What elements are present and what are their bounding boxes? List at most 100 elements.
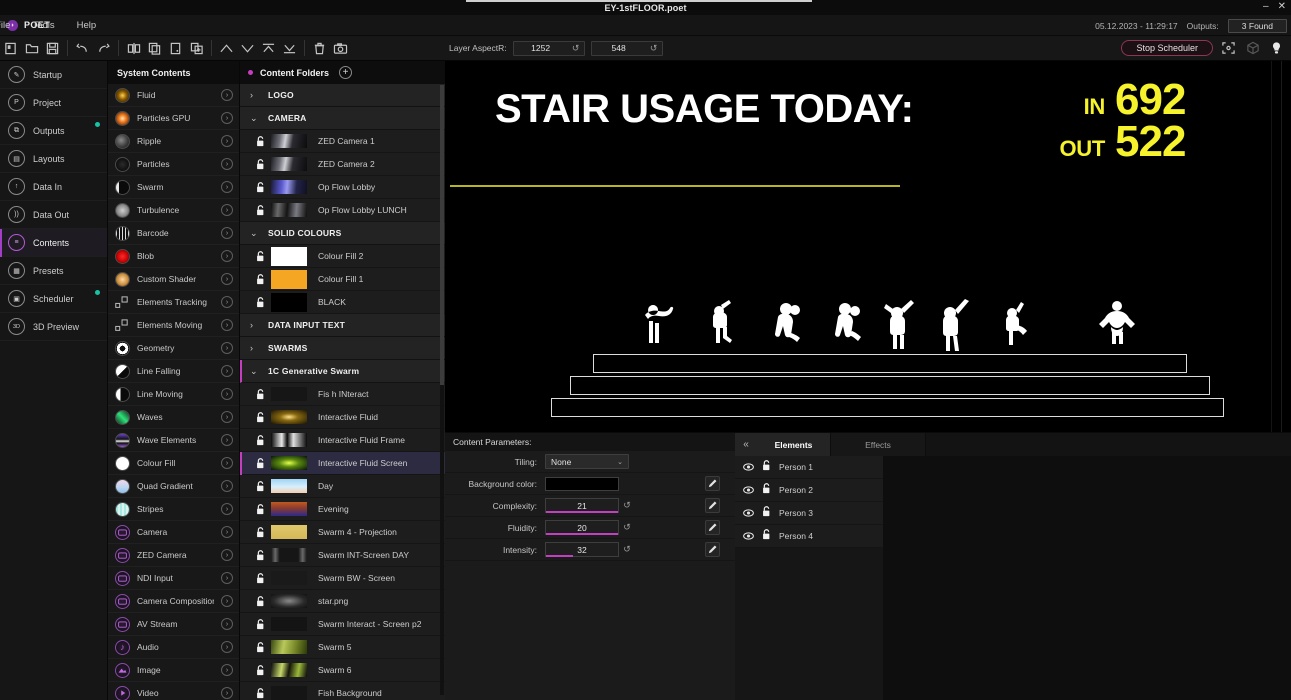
- chevron-right-icon[interactable]: ›: [221, 319, 233, 331]
- chevron-right-icon[interactable]: ›: [250, 343, 259, 353]
- tiling-select[interactable]: None⌄: [545, 454, 629, 469]
- sidebar-item-3d-preview[interactable]: 3D3D Preview: [0, 313, 107, 341]
- lock-icon[interactable]: [252, 159, 269, 170]
- cube-3d-icon[interactable]: [1244, 40, 1261, 56]
- menu-item-tools[interactable]: Tools: [21, 17, 65, 34]
- chevron-right-icon[interactable]: ›: [221, 112, 233, 124]
- folder-item[interactable]: Fis h INteract: [240, 383, 445, 406]
- sidebar-item-project[interactable]: PProject: [0, 89, 107, 117]
- system-content-ndi-input[interactable]: NDI Input›: [108, 567, 239, 590]
- lock-icon[interactable]: [252, 642, 269, 653]
- chevron-right-icon[interactable]: ›: [221, 365, 233, 377]
- sidebar-item-layouts[interactable]: ▤Layouts: [0, 145, 107, 173]
- system-content-camera-composition[interactable]: Camera Composition›: [108, 590, 239, 613]
- move-down-icon[interactable]: [237, 38, 258, 59]
- chevron-down-icon[interactable]: ⌄: [617, 458, 623, 466]
- chevron-right-icon[interactable]: ›: [221, 250, 233, 262]
- lock-icon[interactable]: [252, 458, 269, 469]
- paste-icon[interactable]: [165, 38, 186, 59]
- lock-icon[interactable]: [252, 665, 269, 676]
- chevron-right-icon[interactable]: ›: [221, 411, 233, 423]
- element-row[interactable]: Person 3: [735, 502, 883, 525]
- folder-item[interactable]: Op Flow Lobby LUNCH: [240, 199, 445, 222]
- chevron-right-icon[interactable]: ›: [221, 572, 233, 584]
- chevron-right-icon[interactable]: ›: [221, 687, 233, 699]
- system-content-colour-fill[interactable]: Colour Fill›: [108, 452, 239, 475]
- system-content-camera[interactable]: Camera›: [108, 521, 239, 544]
- lightbulb-icon[interactable]: [1268, 40, 1285, 56]
- chevron-right-icon[interactable]: ›: [221, 388, 233, 400]
- folder-group-swarms[interactable]: ›SWARMS: [240, 337, 445, 360]
- folder-group-data-input-text[interactable]: ›DATA INPUT TEXT: [240, 314, 445, 337]
- reset-circular-arrow-icon[interactable]: ↺: [646, 43, 662, 54]
- folder-item[interactable]: BLACK: [240, 291, 445, 314]
- tab-effects[interactable]: Effects: [830, 433, 925, 456]
- folder-item[interactable]: Swarm BW - Screen: [240, 567, 445, 590]
- chevron-right-icon[interactable]: ›: [221, 480, 233, 492]
- system-content-particles-gpu[interactable]: Particles GPU›: [108, 107, 239, 130]
- stop-scheduler-button[interactable]: Stop Scheduler: [1121, 40, 1213, 56]
- folder-item[interactable]: Fish Background: [240, 682, 445, 700]
- sidebar-item-outputs[interactable]: ⧉Outputs: [0, 117, 107, 145]
- system-content-swarm[interactable]: Swarm›: [108, 176, 239, 199]
- chevron-right-icon[interactable]: ›: [221, 595, 233, 607]
- open-folder-icon[interactable]: [21, 38, 42, 59]
- lock-icon[interactable]: [762, 481, 771, 499]
- lock-icon[interactable]: [252, 274, 269, 285]
- chevron-right-icon[interactable]: ›: [221, 641, 233, 653]
- pen-edit-icon[interactable]: [705, 498, 720, 513]
- collapse-panel-button[interactable]: «: [735, 433, 757, 456]
- chevron-right-icon[interactable]: ›: [221, 526, 233, 538]
- chevron-right-icon[interactable]: ›: [221, 89, 233, 101]
- chevron-right-icon[interactable]: ›: [221, 135, 233, 147]
- system-content-line-moving[interactable]: Line Moving›: [108, 383, 239, 406]
- delete-trash-icon[interactable]: [309, 38, 330, 59]
- sidebar-item-contents[interactable]: ≡Contents: [0, 229, 107, 257]
- eye-visible-icon[interactable]: [743, 527, 754, 545]
- system-content-wave-elements[interactable]: Wave Elements›: [108, 429, 239, 452]
- chevron-down-icon[interactable]: ⌄: [250, 366, 259, 377]
- folder-item[interactable]: ZED Camera 2: [240, 153, 445, 176]
- lock-icon[interactable]: [252, 573, 269, 584]
- chevron-right-icon[interactable]: ›: [221, 457, 233, 469]
- lock-icon[interactable]: [252, 251, 269, 262]
- reset-circular-arrow-icon[interactable]: ↺: [619, 544, 635, 555]
- lock-icon[interactable]: [762, 527, 771, 545]
- eye-visible-icon[interactable]: [743, 458, 754, 476]
- preview-canvas[interactable]: STAIR USAGE TODAY: IN 692 OUT 522: [445, 61, 1291, 432]
- lock-icon[interactable]: [252, 481, 269, 492]
- chevron-right-icon[interactable]: ›: [221, 273, 233, 285]
- lock-icon[interactable]: [762, 504, 771, 522]
- pen-edit-icon[interactable]: [705, 542, 720, 557]
- background-color-swatch[interactable]: [545, 477, 619, 491]
- slider-input[interactable]: 32: [545, 542, 619, 557]
- folder-item[interactable]: Swarm 5: [240, 636, 445, 659]
- system-content-image[interactable]: Image›: [108, 659, 239, 682]
- folder-group-camera[interactable]: ⌄CAMERA: [240, 107, 445, 130]
- menu-item-file[interactable]: File: [0, 17, 21, 34]
- system-content-elements-moving[interactable]: Elements Moving›: [108, 314, 239, 337]
- eye-visible-icon[interactable]: [743, 504, 754, 522]
- folder-item[interactable]: Swarm INT-Screen DAY: [240, 544, 445, 567]
- snapshot-camera-icon[interactable]: [330, 38, 351, 59]
- menu-item-help[interactable]: Help: [66, 17, 108, 34]
- system-content-audio[interactable]: ♪Audio›: [108, 636, 239, 659]
- system-content-av-stream[interactable]: AV Stream›: [108, 613, 239, 636]
- lock-icon[interactable]: [252, 504, 269, 515]
- folder-item[interactable]: Evening: [240, 498, 445, 521]
- reset-circular-arrow-icon[interactable]: ↺: [568, 43, 584, 54]
- lock-icon[interactable]: [252, 688, 269, 699]
- reset-circular-arrow-icon[interactable]: ↺: [619, 500, 635, 511]
- element-row[interactable]: Person 2: [735, 479, 883, 502]
- copy-icon[interactable]: [144, 38, 165, 59]
- folder-item[interactable]: star.png: [240, 590, 445, 613]
- lock-icon[interactable]: [252, 596, 269, 607]
- chevron-right-icon[interactable]: ›: [221, 204, 233, 216]
- system-content-stripes[interactable]: Stripes›: [108, 498, 239, 521]
- chevron-right-icon[interactable]: ›: [221, 503, 233, 515]
- system-content-geometry[interactable]: Geometry›: [108, 337, 239, 360]
- lock-icon[interactable]: [252, 182, 269, 193]
- folder-item[interactable]: Interactive Fluid: [240, 406, 445, 429]
- system-content-waves[interactable]: Waves›: [108, 406, 239, 429]
- sidebar-item-presets[interactable]: ▦Presets: [0, 257, 107, 285]
